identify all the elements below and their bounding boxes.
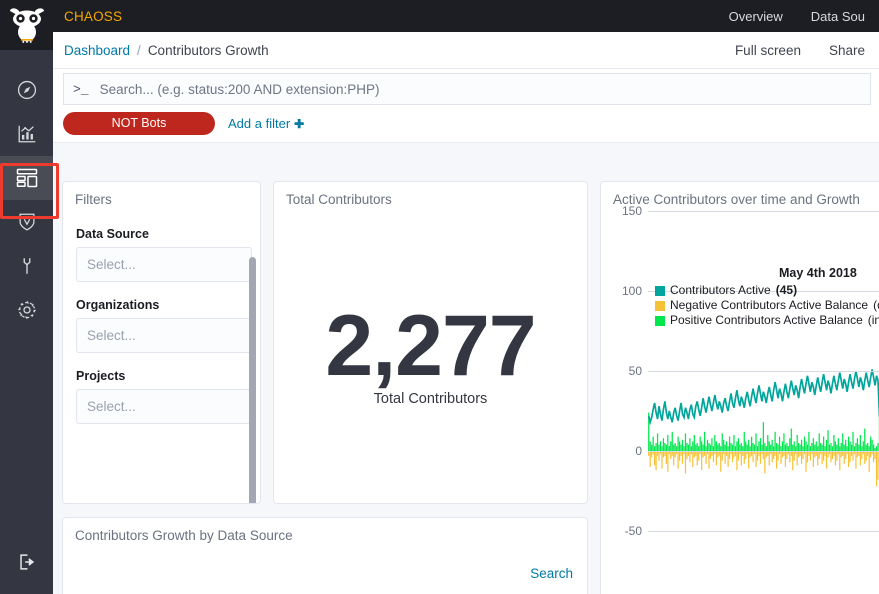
chart-y-tick-label: 0: [635, 444, 642, 458]
chart-legend: Contributors Active (45) Negative Contri…: [655, 283, 879, 328]
logout-icon: [19, 554, 34, 570]
console-prompt-icon: >_: [73, 81, 89, 97]
legend-swatch-positive-balance: [655, 315, 665, 326]
filter-data-source-label: Data Source: [76, 227, 149, 241]
chart-y-tick-label: 50: [628, 364, 642, 378]
dashboard-canvas: Filters Data Source Select... Organizati…: [53, 143, 879, 594]
topnav-overview[interactable]: Overview: [715, 9, 797, 24]
compass-icon: [17, 80, 36, 100]
shield-icon: [18, 213, 35, 231]
rail-bottom-items: [0, 540, 53, 584]
owl-logo-icon: [9, 8, 44, 43]
growth-search-link[interactable]: Search: [530, 566, 573, 581]
gear-icon: [17, 301, 36, 319]
total-contributors-label: Total Contributors: [373, 391, 488, 408]
chart-y-tick-label: 100: [621, 284, 642, 298]
sidebar-item-visualize[interactable]: [0, 112, 53, 156]
topnav-data-sources[interactable]: Data Sou: [797, 9, 879, 24]
panel-growth-title: Contributors Growth by Data Source: [75, 528, 293, 543]
query-bar-wrapper: >_: [53, 69, 879, 105]
legend-label-negative-balance: Negative Contributors Active Balance: [670, 298, 869, 312]
sidebar-item-dashboard[interactable]: [0, 156, 53, 200]
panel-filters-title: Filters: [75, 192, 112, 207]
add-filter-button[interactable]: Add a filter ✚: [228, 116, 304, 131]
filter-projects[interactable]: Select...: [76, 389, 252, 424]
sidebar-item-security[interactable]: [0, 200, 53, 244]
brand-title[interactable]: CHAOSS: [53, 9, 122, 24]
legend-swatch-contributors-active: [655, 285, 665, 296]
query-bar[interactable]: >_: [63, 73, 871, 105]
app-logo[interactable]: [0, 0, 53, 50]
filters-scroll-area: Data Source Select... Organizations Sele…: [63, 227, 260, 424]
search-input[interactable]: [97, 80, 861, 98]
filter-organizations-label: Organizations: [76, 298, 160, 312]
panel-contributors-growth-by-data-source: Contributors Growth by Data Source Searc…: [62, 517, 588, 594]
breadcrumb-current: Contributors Growth: [147, 42, 269, 58]
filters-body: Data Source Select... Organizations Sele…: [63, 227, 260, 503]
filter-data-source[interactable]: Select...: [76, 247, 252, 282]
panel-total-contributors: Total Contributors 2,277 Total Contribut…: [273, 181, 588, 504]
logout-button[interactable]: [0, 540, 53, 584]
wrench-icon: [23, 258, 30, 274]
dashboard-app: CHAOSS Overview Data Sou Dashboard / Con…: [0, 0, 879, 594]
chart-gridline: [648, 531, 879, 532]
panel-filters: Filters Data Source Select... Organizati…: [62, 181, 261, 504]
breadcrumb-actions: Full screen Share: [721, 43, 879, 58]
add-filter-label: Add a filter: [228, 116, 291, 131]
chart-tooltip-date: May 4th 2018: [779, 266, 857, 280]
legend-item-contributors-active[interactable]: Contributors Active (45): [655, 283, 879, 298]
share-button[interactable]: Share: [815, 43, 879, 58]
chart-gridline: [648, 451, 879, 452]
panel-chart-title: Active Contributors over time and Growth: [613, 192, 860, 207]
filter-pill-bar: NOT Bots Add a filter ✚: [53, 105, 879, 143]
top-header-bar: CHAOSS Overview Data Sou: [53, 0, 879, 32]
filters-vertical-scrollbar[interactable]: [249, 257, 256, 503]
legend-label-contributors-active: Contributors Active: [670, 283, 771, 297]
sidebar-item-discover[interactable]: [0, 68, 53, 112]
sidebar-item-management[interactable]: [0, 288, 53, 332]
chart-gridline: [648, 371, 879, 372]
legend-suffix-positive-balance: (in: [867, 313, 879, 327]
legend-item-negative-balance[interactable]: Negative Contributors Active Balance (d: [655, 298, 879, 313]
legend-item-positive-balance[interactable]: Positive Contributors Active Balance (in: [655, 313, 879, 328]
panel-total-contributors-title: Total Contributors: [286, 192, 392, 207]
breadcrumb: Dashboard / Contributors Growth: [53, 43, 269, 58]
breadcrumb-bar: Dashboard / Contributors Growth Full scr…: [53, 32, 879, 69]
legend-label-positive-balance: Positive Contributors Active Balance: [670, 313, 863, 327]
legend-swatch-negative-balance: [655, 300, 665, 311]
chart-y-tick-label: -50: [624, 524, 642, 538]
filter-projects-label: Projects: [76, 369, 126, 383]
panel-active-contributors-chart: Active Contributors over time and Growth…: [600, 181, 879, 594]
breadcrumb-dashboard-link[interactable]: Dashboard: [64, 43, 130, 58]
left-icon-rail: [0, 0, 53, 594]
top-navigation: Overview Data Sou: [715, 0, 879, 32]
dashboard-icon: [16, 168, 37, 188]
total-contributors-metric: 2,277 Total Contributors: [274, 211, 587, 502]
filter-pill-not-bots[interactable]: NOT Bots: [63, 112, 215, 135]
breadcrumb-separator: /: [137, 42, 141, 58]
total-contributors-value: 2,277: [325, 297, 536, 394]
filter-organizations[interactable]: Select...: [76, 318, 252, 353]
legend-suffix-negative-balance: (d: [873, 298, 879, 312]
legend-value-contributors-active: (45): [775, 283, 798, 297]
plus-icon: ✚: [294, 116, 305, 131]
full-screen-button[interactable]: Full screen: [721, 43, 815, 58]
chart-y-tick-label: 150: [621, 204, 642, 218]
visualize-chart-icon: [18, 125, 35, 143]
sidebar-item-dev-tools[interactable]: [0, 244, 53, 288]
chart-gridline: [648, 211, 879, 212]
chart-area: 150100500-50-100 May 4th 2018 Contributo…: [601, 204, 879, 594]
rail-nav-items: [0, 50, 53, 332]
